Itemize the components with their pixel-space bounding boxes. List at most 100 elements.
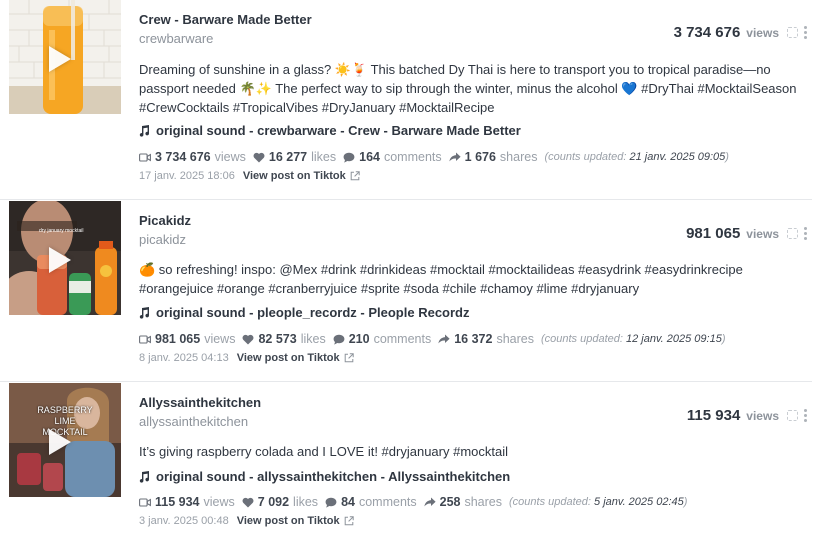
- author-name[interactable]: Crew - Barware Made Better: [139, 12, 659, 28]
- comments-text: comments: [383, 150, 442, 164]
- video-camera-icon: [139, 152, 151, 162]
- views-stat: 981 065 views: [139, 331, 235, 347]
- views-summary: 3 734 676 views: [674, 24, 808, 41]
- video-thumbnail[interactable]: dry january mocktail: [9, 201, 121, 315]
- views-stat: 115 934 views: [139, 494, 235, 510]
- heart-icon: [242, 334, 254, 344]
- external-link-icon: [344, 353, 354, 363]
- post-meta: 3 janv. 2025 00:48 View post on Tiktok: [139, 514, 354, 528]
- likes-text: likes: [311, 150, 337, 164]
- comments-stat: 210 comments: [333, 331, 431, 347]
- music-note-icon: [139, 471, 150, 483]
- post-date: 3 janv. 2025 00:48: [139, 515, 229, 527]
- shares-text: shares: [499, 150, 538, 164]
- post-feed: Crew - Barware Made Better crewbarware 3…: [0, 0, 818, 536]
- comments-stat: 164 comments: [343, 149, 442, 165]
- shares-stat: 258 shares: [424, 494, 502, 510]
- views-summary: 981 065 views: [686, 225, 808, 242]
- shares-stat: 16 372 shares: [438, 331, 534, 347]
- counts-updated: (counts updated: 5 janv. 2025 02:45): [509, 496, 688, 508]
- video-thumbnail[interactable]: [9, 0, 121, 114]
- kebab-menu-icon[interactable]: [804, 409, 808, 422]
- view-post-link[interactable]: View post on Tiktok: [243, 169, 360, 183]
- likes-stat: 16 277 likes: [253, 149, 336, 165]
- comments-value: 84: [341, 495, 355, 509]
- views-label: views: [746, 408, 779, 423]
- post-description: Dreaming of sunshine in a glass? ☀️🍹 Thi…: [139, 62, 797, 115]
- expand-icon[interactable]: [787, 410, 798, 421]
- speech-bubble-icon: [343, 152, 355, 163]
- author-handle: allyssainthekitchen: [139, 414, 249, 429]
- views-value: 115 934: [155, 495, 200, 509]
- likes-value: 16 277: [268, 150, 308, 164]
- post-meta: 17 janv. 2025 18:06 View post on Tiktok: [139, 169, 360, 183]
- speech-bubble-icon: [325, 497, 337, 508]
- share-arrow-icon: [424, 497, 436, 507]
- likes-stat: 7 092 likes: [242, 494, 318, 510]
- likes-stat: 82 573 likes: [242, 331, 326, 347]
- sound-name: original sound - crewbarware - Crew - Ba…: [156, 123, 521, 138]
- views-text: views: [214, 150, 246, 164]
- kebab-menu-icon[interactable]: [804, 227, 808, 240]
- shares-text: shares: [464, 495, 503, 509]
- music-note-icon: [139, 307, 150, 319]
- expand-icon[interactable]: [787, 27, 798, 38]
- external-link-icon: [344, 516, 354, 526]
- post-stats: 981 065 views 82 573 likes 210 comments 16 …: [139, 331, 726, 347]
- comments-stat: 84 comments: [325, 494, 417, 510]
- sound-line[interactable]: original sound - pleople_recordz - Pleop…: [139, 305, 470, 321]
- sound-name: original sound - pleople_recordz - Pleop…: [156, 305, 470, 320]
- speech-bubble-icon: [333, 334, 345, 345]
- views-count: 3 734 676: [673, 24, 741, 41]
- shares-stat: 1 676 shares: [449, 149, 538, 165]
- post-divider: [0, 199, 812, 200]
- views-label: views: [746, 226, 779, 241]
- share-arrow-icon: [449, 152, 461, 162]
- play-icon[interactable]: [49, 429, 71, 455]
- likes-value: 82 573: [258, 332, 297, 346]
- post-stats: 3 734 676 views 16 277 likes 164 comments 1…: [139, 149, 729, 165]
- view-post-label: View post on Tiktok: [236, 515, 340, 527]
- likes-text: likes: [300, 332, 326, 346]
- counts-updated-date: 12 janv. 2025 09:15: [626, 333, 722, 345]
- post-meta: 8 janv. 2025 04:13 View post on Tiktok: [139, 351, 354, 365]
- post-description: 🍊 so refreshing! inspo: @Mex #drink #dri…: [139, 262, 743, 296]
- views-value: 3 734 676: [155, 150, 211, 164]
- post-date: 17 janv. 2025 18:06: [139, 170, 235, 182]
- view-post-label: View post on Tiktok: [236, 352, 340, 364]
- views-count: 115 934: [686, 407, 741, 424]
- expand-icon[interactable]: [787, 228, 798, 239]
- post-card: RASPBERRY LIME MOCKTAIL Allyssainthekitc…: [0, 383, 818, 536]
- counts-updated: (counts updated: 21 janv. 2025 09:05): [544, 151, 729, 163]
- kebab-menu-icon[interactable]: [804, 26, 808, 39]
- counts-updated-date: 21 janv. 2025 09:05: [629, 151, 726, 163]
- post-description: It’s giving raspberry colada and I LOVE …: [139, 444, 508, 459]
- views-value: 981 065: [155, 332, 201, 346]
- counts-updated-date: 5 janv. 2025 02:45: [594, 496, 684, 508]
- views-stat: 3 734 676 views: [139, 149, 246, 165]
- author-handle: crewbarware: [139, 31, 214, 46]
- music-note-icon: [139, 125, 150, 137]
- view-post-link[interactable]: View post on Tiktok: [237, 514, 354, 528]
- video-thumbnail[interactable]: RASPBERRY LIME MOCKTAIL: [9, 383, 121, 497]
- views-count: 981 065: [686, 225, 741, 242]
- post-date: 8 janv. 2025 04:13: [139, 352, 229, 364]
- play-icon[interactable]: [49, 247, 71, 273]
- view-post-link[interactable]: View post on Tiktok: [237, 351, 354, 365]
- view-post-label: View post on Tiktok: [242, 170, 346, 182]
- shares-value: 16 372: [454, 332, 493, 346]
- video-camera-icon: [139, 334, 151, 344]
- thumbnail-caption: dry january mocktail: [39, 228, 84, 234]
- post-card: Crew - Barware Made Better crewbarware 3…: [0, 0, 818, 200]
- author-name[interactable]: Picakidz: [139, 213, 659, 229]
- post-card: dry january mocktail Picakidz picakidz 9…: [0, 201, 818, 382]
- sound-line[interactable]: original sound - crewbarware - Crew - Ba…: [139, 123, 521, 139]
- post-divider: [0, 381, 812, 382]
- views-text: views: [203, 495, 235, 509]
- external-link-icon: [350, 171, 360, 181]
- likes-text: likes: [293, 495, 319, 509]
- likes-value: 7 092: [257, 495, 290, 509]
- sound-line[interactable]: original sound - allyssainthekitchen - A…: [139, 469, 510, 485]
- author-name[interactable]: Allyssainthekitchen: [139, 395, 659, 411]
- play-icon[interactable]: [49, 46, 71, 72]
